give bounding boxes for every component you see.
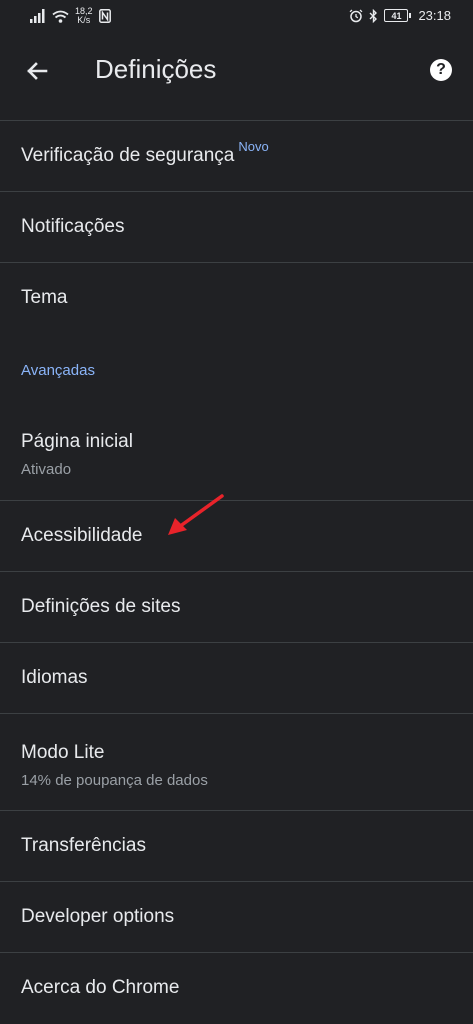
safety-check-label: Verificação de segurança — [21, 145, 235, 166]
settings-item-notifications[interactable]: Notificações — [0, 191, 473, 262]
site-settings-label: Definições de sites — [21, 596, 181, 617]
accessibility-label: Acessibilidade — [21, 525, 143, 546]
downloads-label: Transferências — [21, 835, 146, 856]
settings-item-about-chrome[interactable]: Acerca do Chrome — [0, 952, 473, 1023]
settings-item-accessibility[interactable]: Acessibilidade — [0, 500, 473, 571]
lite-mode-label: Modo Lite — [21, 742, 105, 763]
new-badge: Novo — [238, 138, 269, 154]
page-title: Definições — [95, 54, 217, 84]
homepage-status: Ativado — [21, 461, 72, 478]
network-speed-unit: K/s — [77, 15, 91, 25]
annotation-arrow-icon — [168, 494, 224, 535]
settings-item-lite-mode[interactable]: Modo Lite 14% de poupança de dados — [0, 713, 473, 810]
notifications-label: Notificações — [21, 216, 125, 237]
settings-item-homepage[interactable]: Página inicial Ativado — [0, 403, 473, 500]
languages-label: Idiomas — [21, 667, 88, 688]
battery-icon: 41 — [384, 9, 412, 22]
battery-level: 41 — [391, 10, 402, 21]
clock: 23:18 — [418, 8, 451, 23]
wifi-icon — [52, 10, 69, 23]
help-icon: ? — [436, 61, 446, 78]
settings-item-theme[interactable]: Tema — [0, 262, 473, 333]
settings-item-developer-options[interactable]: Developer options — [0, 881, 473, 952]
signal-icon — [30, 9, 45, 23]
section-header-advanced: Avançadas — [21, 362, 95, 379]
nfc-icon — [98, 9, 111, 23]
bluetooth-icon — [369, 8, 378, 23]
theme-label: Tema — [21, 287, 68, 308]
network-speed: 18,2 K/s — [75, 7, 93, 25]
app-bar: Definições ? — [0, 34, 473, 120]
back-button[interactable] — [22, 56, 52, 86]
about-chrome-label: Acerca do Chrome — [21, 977, 180, 998]
help-button[interactable]: ? — [430, 59, 452, 81]
settings-list: Verificação de segurança Novo Notificaçõ… — [0, 120, 473, 1023]
settings-item-downloads[interactable]: Transferências — [0, 810, 473, 881]
settings-item-languages[interactable]: Idiomas — [0, 642, 473, 713]
alarm-icon — [350, 9, 363, 22]
arrow-back-icon — [27, 62, 48, 80]
homepage-label: Página inicial — [21, 431, 133, 452]
settings-item-site-settings[interactable]: Definições de sites — [0, 571, 473, 642]
status-bar: 18,2 K/s 41 23:18 — [0, 0, 473, 34]
lite-mode-savings: 14% de poupança de dados — [21, 772, 208, 789]
settings-item-safety-check[interactable]: Verificação de segurança Novo — [0, 120, 473, 191]
developer-options-label: Developer options — [21, 906, 175, 927]
